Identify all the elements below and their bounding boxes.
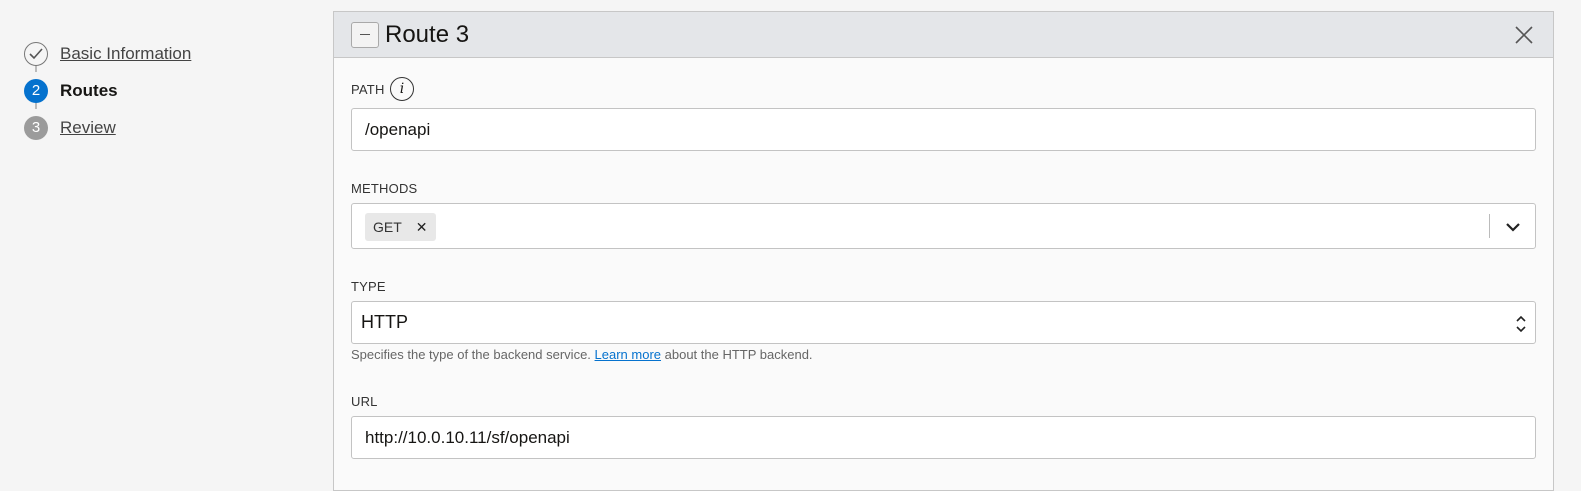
methods-select[interactable]: GET ✕	[351, 203, 1536, 249]
method-chip: GET ✕	[365, 213, 436, 241]
url-input[interactable]: http://10.0.10.11/sf/openapi	[351, 416, 1536, 459]
step-routes[interactable]: 2 Routes	[24, 72, 324, 109]
type-help-after: about the HTTP backend.	[661, 347, 813, 362]
path-label: PATH	[351, 82, 385, 97]
step-number: 3	[24, 115, 48, 140]
step-number: 2	[24, 78, 48, 103]
type-help-before: Specifies the type of the backend servic…	[351, 347, 595, 362]
type-select[interactable]: HTTP	[351, 301, 1536, 344]
minus-icon	[360, 33, 370, 36]
type-select-value: HTTP	[361, 312, 408, 332]
step-label-routes: Routes	[60, 80, 118, 100]
path-input[interactable]: /openapi	[351, 108, 1536, 151]
methods-label: METHODS	[351, 181, 418, 196]
method-chip-label: GET	[373, 219, 402, 235]
collapse-button[interactable]	[351, 21, 379, 48]
chevron-down-icon[interactable]	[1504, 218, 1522, 236]
step-basic-information[interactable]: Basic Information	[24, 35, 324, 72]
learn-more-link[interactable]: Learn more	[595, 347, 661, 362]
url-label: URL	[351, 394, 378, 409]
up-down-caret-icon	[1515, 313, 1527, 335]
close-icon[interactable]	[1513, 24, 1535, 46]
type-label: TYPE	[351, 279, 386, 294]
checkmark-icon	[24, 41, 48, 66]
route-panel: Route 3 PATH i /openapi METHODS GET ✕ TY…	[333, 11, 1554, 491]
route-panel-header: Route 3	[334, 12, 1553, 58]
step-label-review[interactable]: Review	[60, 118, 116, 138]
remove-chip-icon[interactable]: ✕	[416, 219, 428, 236]
train-stepper: Basic Information 2 Routes 3 Review	[24, 35, 324, 146]
step-review[interactable]: 3 Review	[24, 109, 324, 146]
select-divider	[1489, 214, 1490, 238]
type-help-text: Specifies the type of the backend servic…	[351, 347, 813, 362]
route-title: Route 3	[385, 20, 470, 48]
info-icon[interactable]: i	[390, 77, 414, 101]
step-label-basic-information[interactable]: Basic Information	[60, 44, 191, 64]
